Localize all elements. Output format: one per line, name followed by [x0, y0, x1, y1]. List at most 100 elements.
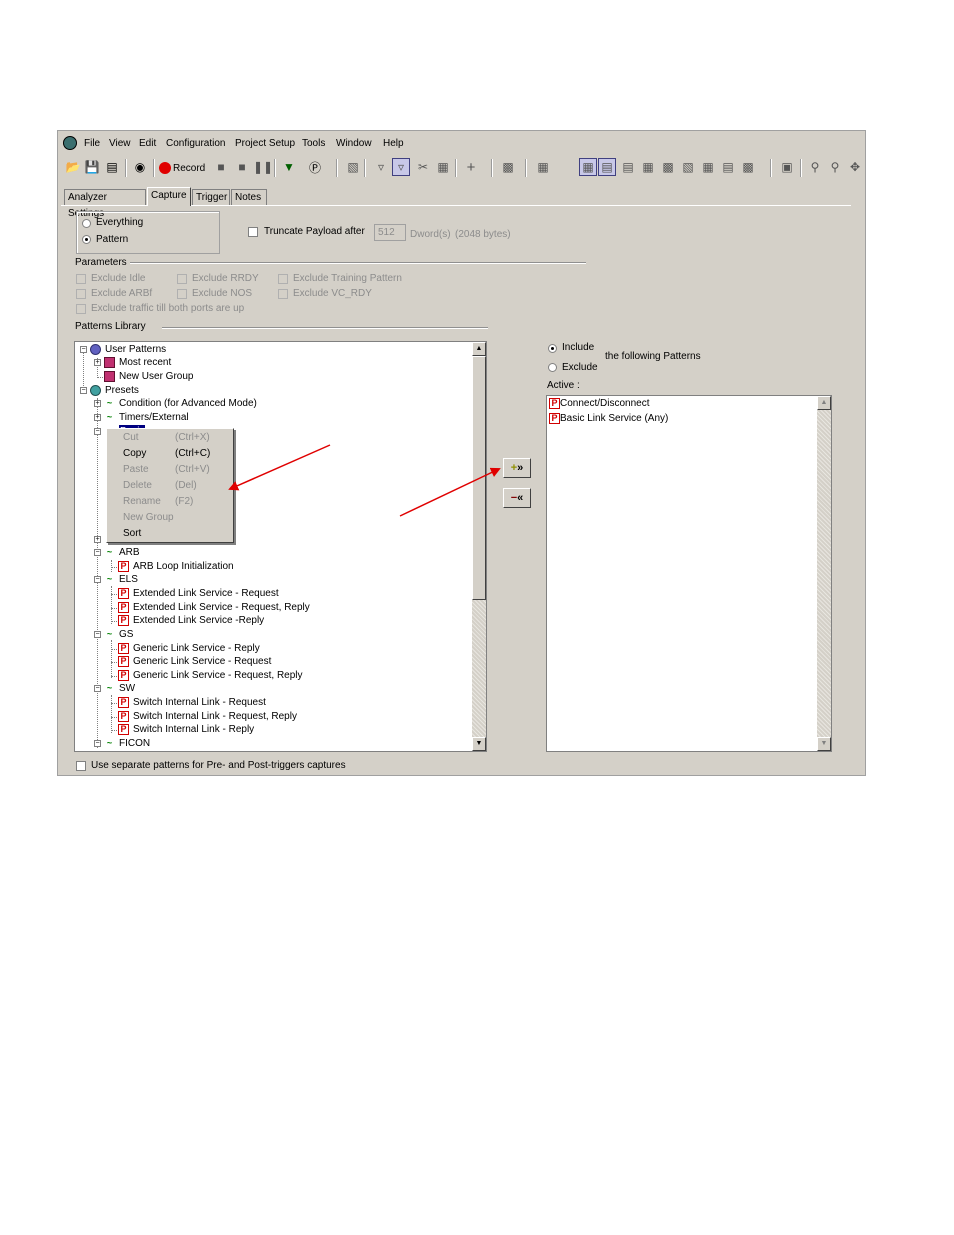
find-icon[interactable]: ▧: [344, 158, 362, 176]
active-scroll-down-icon[interactable]: ▼: [817, 737, 831, 751]
zoom-in-icon[interactable]: ⚲: [806, 158, 824, 176]
ctx-rename[interactable]: Rename: [123, 496, 161, 507]
layout-icon[interactable]: ▦: [534, 158, 552, 176]
active-item-basic-link-service[interactable]: Basic Link Service (Any): [560, 412, 668, 425]
menu-tools[interactable]: Tools: [302, 138, 325, 149]
ctx-new-group[interactable]: New Group: [123, 512, 174, 523]
ctx-copy[interactable]: Copy: [123, 448, 146, 459]
tree-item-els-reply[interactable]: Extended Link Service -Reply: [133, 614, 264, 627]
tree-item-user-patterns[interactable]: User Patterns: [105, 343, 166, 356]
separate-patterns-checkbox[interactable]: [76, 761, 86, 771]
exclude-nos-checkbox[interactable]: [177, 289, 187, 299]
open-icon[interactable]: 📂: [64, 158, 82, 176]
chart-icon[interactable]: ▩: [739, 158, 757, 176]
tree-item-arb[interactable]: ARB: [119, 546, 140, 559]
active-patterns-list[interactable]: P Connect/Disconnect P Basic Link Servic…: [546, 395, 832, 752]
basic-expander[interactable]: −: [94, 428, 101, 435]
els-expander[interactable]: −: [94, 576, 101, 583]
condition-expander[interactable]: +: [94, 400, 101, 407]
ctx-cut[interactable]: Cut: [123, 432, 139, 443]
truncate-value-input[interactable]: 512: [374, 224, 406, 241]
cut-icon[interactable]: ✂: [414, 158, 432, 176]
zoom-out-icon[interactable]: ⚲: [826, 158, 844, 176]
exclude-radio[interactable]: [548, 363, 557, 372]
grid-icon[interactable]: ▦: [579, 158, 597, 176]
filter-icon[interactable]: ▿: [372, 158, 390, 176]
menu-project-setup[interactable]: Project Setup: [235, 138, 295, 149]
exclude-arbf-checkbox[interactable]: [76, 289, 86, 299]
trigger-icon[interactable]: ▼: [280, 158, 298, 176]
scrollbar-thumb[interactable]: [472, 356, 486, 600]
view-icon[interactable]: ▤: [598, 158, 616, 176]
stop-icon[interactable]: ■: [212, 158, 230, 176]
remove-pattern-button[interactable]: − «: [503, 488, 531, 508]
tree-item-sw-request-reply[interactable]: Switch Internal Link - Request, Reply: [133, 710, 297, 723]
patterns-library-tree[interactable]: − User Patterns + Most recent New User G…: [74, 341, 487, 752]
move-icon[interactable]: ✥: [846, 158, 864, 176]
active-scroll-up-icon[interactable]: ▲: [817, 396, 831, 410]
menu-help[interactable]: Help: [383, 138, 404, 149]
menu-edit[interactable]: Edit: [139, 138, 156, 149]
menu-view[interactable]: View: [109, 138, 131, 149]
sw-expander[interactable]: −: [94, 685, 101, 692]
ctx-sort[interactable]: Sort: [123, 528, 141, 539]
presets-expander[interactable]: −: [80, 387, 87, 394]
tree-item-els-request-reply[interactable]: Extended Link Service - Request, Reply: [133, 601, 310, 614]
add-icon[interactable]: +: [462, 158, 480, 176]
tree-item-timers-external[interactable]: Timers/External: [119, 411, 189, 424]
truncate-checkbox[interactable]: [248, 227, 258, 237]
tree-item-sw[interactable]: SW: [119, 682, 135, 695]
scroll-up-icon[interactable]: ▲: [472, 342, 486, 356]
active-item-connect-disconnect[interactable]: Connect/Disconnect: [560, 397, 650, 410]
report-icon[interactable]: ▤: [103, 158, 121, 176]
zoom-icon[interactable]: ▩: [499, 158, 517, 176]
scroll-down-icon[interactable]: ▼: [472, 737, 486, 751]
pattern-icon[interactable]: Ⓟ: [306, 158, 324, 176]
filter-hide-icon[interactable]: ▿: [392, 158, 410, 176]
tree-item-gs[interactable]: GS: [119, 628, 133, 641]
everything-radio[interactable]: [82, 219, 91, 228]
menu-file[interactable]: File: [84, 138, 100, 149]
exclude-idle-checkbox[interactable]: [76, 274, 86, 284]
active-scrollbar[interactable]: [817, 396, 831, 751]
copy-icon[interactable]: ▦: [434, 158, 452, 176]
tab-analyzer-settings[interactable]: Analyzer Settings: [64, 189, 146, 219]
tree-item-presets[interactable]: Presets: [105, 384, 139, 397]
menu-window[interactable]: Window: [336, 138, 372, 149]
tree-item-arb-loop[interactable]: ARB Loop Initialization: [133, 560, 234, 573]
exclude-training-checkbox[interactable]: [278, 274, 288, 284]
analyzer-icon[interactable]: ◉: [131, 158, 149, 176]
tab-trigger[interactable]: Trigger: [192, 189, 230, 205]
add-pattern-button[interactable]: +»: [503, 458, 531, 478]
tree-item-ficon[interactable]: FICON: [119, 737, 150, 750]
arb-expander[interactable]: −: [94, 549, 101, 556]
list-icon[interactable]: ▤: [619, 158, 637, 176]
tree-item-gs-reply[interactable]: Generic Link Service - Reply: [133, 642, 260, 655]
tree-item-most-recent[interactable]: Most recent: [119, 356, 171, 369]
tree-item-sw-request[interactable]: Switch Internal Link - Request: [133, 696, 266, 709]
ctx-paste[interactable]: Paste: [123, 464, 149, 475]
pattern-radio[interactable]: [82, 235, 91, 244]
tree-item-gs-request[interactable]: Generic Link Service - Request: [133, 655, 271, 668]
include-radio[interactable]: [548, 344, 557, 353]
tree-item-condition[interactable]: Condition (for Advanced Mode): [119, 397, 257, 410]
user-patterns-expander[interactable]: −: [80, 346, 87, 353]
calc-icon[interactable]: ▦: [639, 158, 657, 176]
pause-icon[interactable]: ❚❚: [253, 158, 273, 176]
timers-expander[interactable]: +: [94, 414, 101, 421]
tab-capture[interactable]: Capture: [147, 187, 191, 206]
menu-configuration[interactable]: Configuration: [166, 138, 225, 149]
exclude-vcrdy-checkbox[interactable]: [278, 289, 288, 299]
ficon-expander[interactable]: −: [94, 740, 101, 747]
frame-icon[interactable]: ▣: [778, 158, 796, 176]
record-button[interactable]: Record: [159, 159, 205, 177]
tab-notes[interactable]: Notes: [231, 189, 267, 205]
exclude-traffic-checkbox[interactable]: [76, 304, 86, 314]
split-icon[interactable]: ▧: [679, 158, 697, 176]
tree-icon[interactable]: ▩: [659, 158, 677, 176]
save-icon[interactable]: 💾: [83, 158, 101, 176]
tree-item-new-user-group[interactable]: New User Group: [119, 370, 193, 383]
hidden-group-expander[interactable]: +: [94, 536, 101, 543]
tree-item-gs-request-reply[interactable]: Generic Link Service - Request, Reply: [133, 669, 303, 682]
ctx-delete[interactable]: Delete: [123, 480, 152, 491]
